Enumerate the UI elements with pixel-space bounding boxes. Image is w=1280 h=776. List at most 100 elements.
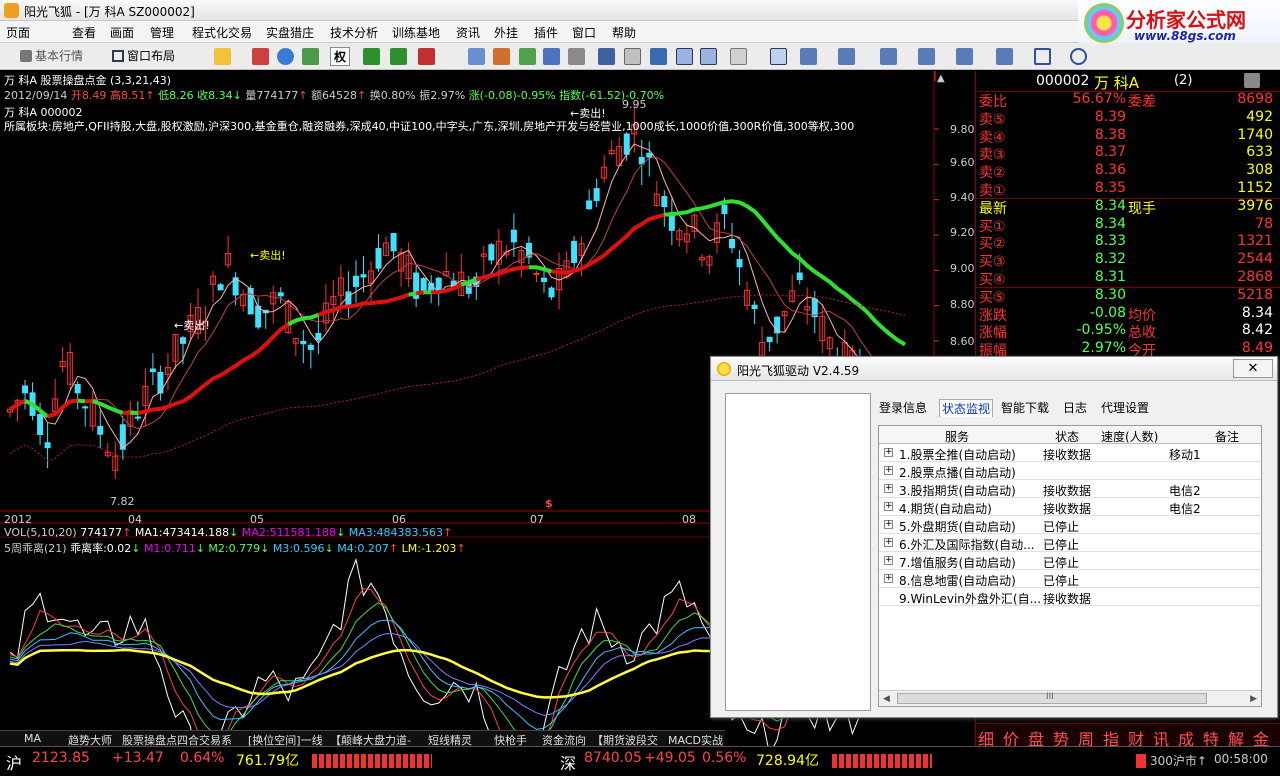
parallel-line-icon[interactable] xyxy=(838,48,855,65)
list-icon[interactable] xyxy=(568,48,585,65)
quote-row[interactable]: 卖① 8.35 1152 xyxy=(976,180,1280,199)
fan-icon[interactable] xyxy=(918,48,935,65)
quote-row[interactable]: 买⑤ 8.30 5218 xyxy=(976,286,1280,306)
chart-icon[interactable] xyxy=(1244,73,1260,88)
menu-plugin-ext[interactable]: 外挂 xyxy=(494,24,518,41)
quote-row[interactable]: 买② 8.33 1321 xyxy=(976,233,1280,252)
menu-tech-analysis[interactable]: 技术分析 xyxy=(330,24,378,41)
close-button[interactable]: ✕ xyxy=(1233,359,1273,378)
quote-row[interactable]: 卖④ 8.38 1740 xyxy=(976,127,1280,146)
expand-icon[interactable]: + xyxy=(884,556,893,565)
expand-icon[interactable]: + xyxy=(884,466,893,475)
menu-program-trade[interactable]: 程式化交易 xyxy=(192,24,252,41)
col-status[interactable]: 状态 xyxy=(1055,428,1079,445)
multi-window-icon[interactable] xyxy=(543,48,560,65)
quote-row[interactable]: 卖② 8.36 308 xyxy=(976,162,1280,181)
service-row[interactable]: 9.WinLevin外盘外汇(自... 接收数据 xyxy=(879,588,1261,606)
window1-icon[interactable] xyxy=(650,48,667,65)
formula-icon[interactable] xyxy=(390,48,407,65)
sh-index[interactable]: 2123.85 xyxy=(32,750,90,766)
service-row[interactable]: +5.外盘期货(自动启动) 已停止 xyxy=(879,516,1261,534)
text-tool-icon[interactable] xyxy=(996,48,1013,65)
service-row[interactable]: +8.信息地雷(自动启动) 已停止 xyxy=(879,570,1261,588)
dialog-titlebar[interactable]: 阳光飞狐驱动 V2.4.59 ✕ xyxy=(711,357,1277,381)
quote-row[interactable]: 最新 8.34 现手 3976 xyxy=(976,197,1280,217)
menu-window[interactable]: 窗口 xyxy=(572,24,596,41)
basic-quote-button[interactable]: 基本行情 xyxy=(20,47,83,64)
service-row[interactable]: +1.股票全推(自动启动) 接收数据 移动1 xyxy=(879,444,1261,462)
sz-index[interactable]: 8740.05 xyxy=(584,750,642,766)
window3-icon[interactable] xyxy=(700,48,717,65)
scroll-left-arrow-icon[interactable]: ◀ xyxy=(883,694,890,704)
quote-row[interactable]: 卖⑤ 8.39 492 xyxy=(976,109,1280,128)
line-draw-icon[interactable] xyxy=(800,48,817,65)
menu-plugins[interactable]: 插件 xyxy=(534,24,558,41)
expand-icon[interactable]: + xyxy=(884,538,893,547)
f10-icon[interactable] xyxy=(493,48,510,65)
calc-icon[interactable] xyxy=(598,48,615,65)
menu-help[interactable]: 帮助 xyxy=(612,24,636,41)
service-row[interactable]: +7.增值服务(自动启动) 已停止 xyxy=(879,552,1261,570)
rect-tool-icon[interactable] xyxy=(1034,48,1051,65)
quote-row[interactable]: 买④ 8.31 2868 xyxy=(976,269,1280,288)
tab-smart-download[interactable]: 智能下载 xyxy=(1001,399,1049,416)
ellipse-tool-icon[interactable] xyxy=(1070,48,1087,65)
horizontal-scrollbar[interactable]: ◀ III ▶ xyxy=(879,690,1261,706)
table-icon[interactable] xyxy=(624,48,641,65)
tab-login-info[interactable]: 登录信息 xyxy=(879,399,927,416)
tab-log[interactable]: 日志 xyxy=(1063,399,1087,416)
sector-icon[interactable] xyxy=(519,48,536,65)
chart-style-icon[interactable] xyxy=(252,48,269,65)
menu-manage[interactable]: 管理 xyxy=(150,24,174,41)
channel-icon[interactable] xyxy=(880,48,897,65)
service-row[interactable]: +2.股票点播(自动启动) xyxy=(879,462,1261,480)
quote-header: 000002 万 科A (2) xyxy=(976,71,1280,92)
expand-icon[interactable]: + xyxy=(884,520,893,529)
expand-icon[interactable]: + xyxy=(884,448,893,457)
scroll-right-arrow-icon[interactable]: ▶ xyxy=(1250,694,1257,704)
alert-icon[interactable] xyxy=(418,48,435,65)
rights-button[interactable]: 权 xyxy=(330,47,351,66)
cursor-icon[interactable] xyxy=(770,48,787,65)
crosshair-icon[interactable] xyxy=(277,48,294,65)
menu-view[interactable]: 查看 xyxy=(72,24,96,41)
service-row[interactable]: +6.外汇及国际指数(自动... 已停止 xyxy=(879,534,1261,552)
quote-row[interactable]: 买③ 8.32 2544 xyxy=(976,251,1280,270)
signal-indicator xyxy=(1136,754,1146,768)
menu-screen[interactable]: 画面 xyxy=(110,24,134,41)
menu-page[interactable]: 页面 xyxy=(6,24,30,41)
osc-m4: M4:0.207 xyxy=(337,542,389,555)
quote-row[interactable]: 涨幅 -0.95% 总收 8.42 xyxy=(976,322,1280,341)
ohlc-low: 低8.26 xyxy=(158,89,194,102)
quote-row[interactable]: 买① 8.34 78 xyxy=(976,216,1280,235)
quote-row[interactable]: 涨跌 -0.08 均价 8.34 xyxy=(976,305,1280,324)
menu-training[interactable]: 训练基地 xyxy=(392,24,440,41)
quote-row[interactable]: 卖③ 8.37 633 xyxy=(976,144,1280,163)
indicator-icon[interactable] xyxy=(363,48,380,65)
tab-status-monitor[interactable]: 状态监视 xyxy=(939,399,994,417)
grid-icon[interactable] xyxy=(302,48,319,65)
open-folder-icon[interactable] xyxy=(214,48,231,65)
scrollbar-thumb[interactable]: III xyxy=(897,692,1207,704)
col-speed[interactable]: 速度(人数) xyxy=(1101,428,1158,445)
expand-icon[interactable]: + xyxy=(884,574,893,583)
indicator-tab[interactable]: MA xyxy=(24,732,41,745)
service-row[interactable]: +3.股指期货(自动启动) 接收数据 电信2 xyxy=(879,480,1261,498)
expand-icon[interactable]: + xyxy=(884,502,893,511)
window2-icon[interactable] xyxy=(676,48,693,65)
tab-proxy-settings[interactable]: 代理设置 xyxy=(1101,399,1149,416)
window-layout-label: 窗口布局 xyxy=(127,49,176,63)
fib-icon[interactable] xyxy=(956,48,973,65)
market-indicator[interactable]: 300沪市↑ xyxy=(1150,752,1207,769)
window4-icon[interactable] xyxy=(730,48,747,65)
service-row[interactable]: +4.期货(自动启动) 接收数据 电信2 xyxy=(879,498,1261,516)
menu-real-hunt[interactable]: 实盘猎庄 xyxy=(266,24,314,41)
col-service[interactable]: 服务 xyxy=(945,428,969,445)
quote-row[interactable]: 委比 56.67% 委差 8698 xyxy=(976,91,1280,110)
window-layout-button[interactable]: 窗口布局 xyxy=(112,47,175,64)
menu-news[interactable]: 资讯 xyxy=(456,24,480,41)
report-icon[interactable] xyxy=(468,48,485,65)
col-note[interactable]: 备注 xyxy=(1215,428,1239,445)
expand-icon[interactable]: + xyxy=(884,484,893,493)
dialog-left-pane[interactable] xyxy=(725,393,871,711)
